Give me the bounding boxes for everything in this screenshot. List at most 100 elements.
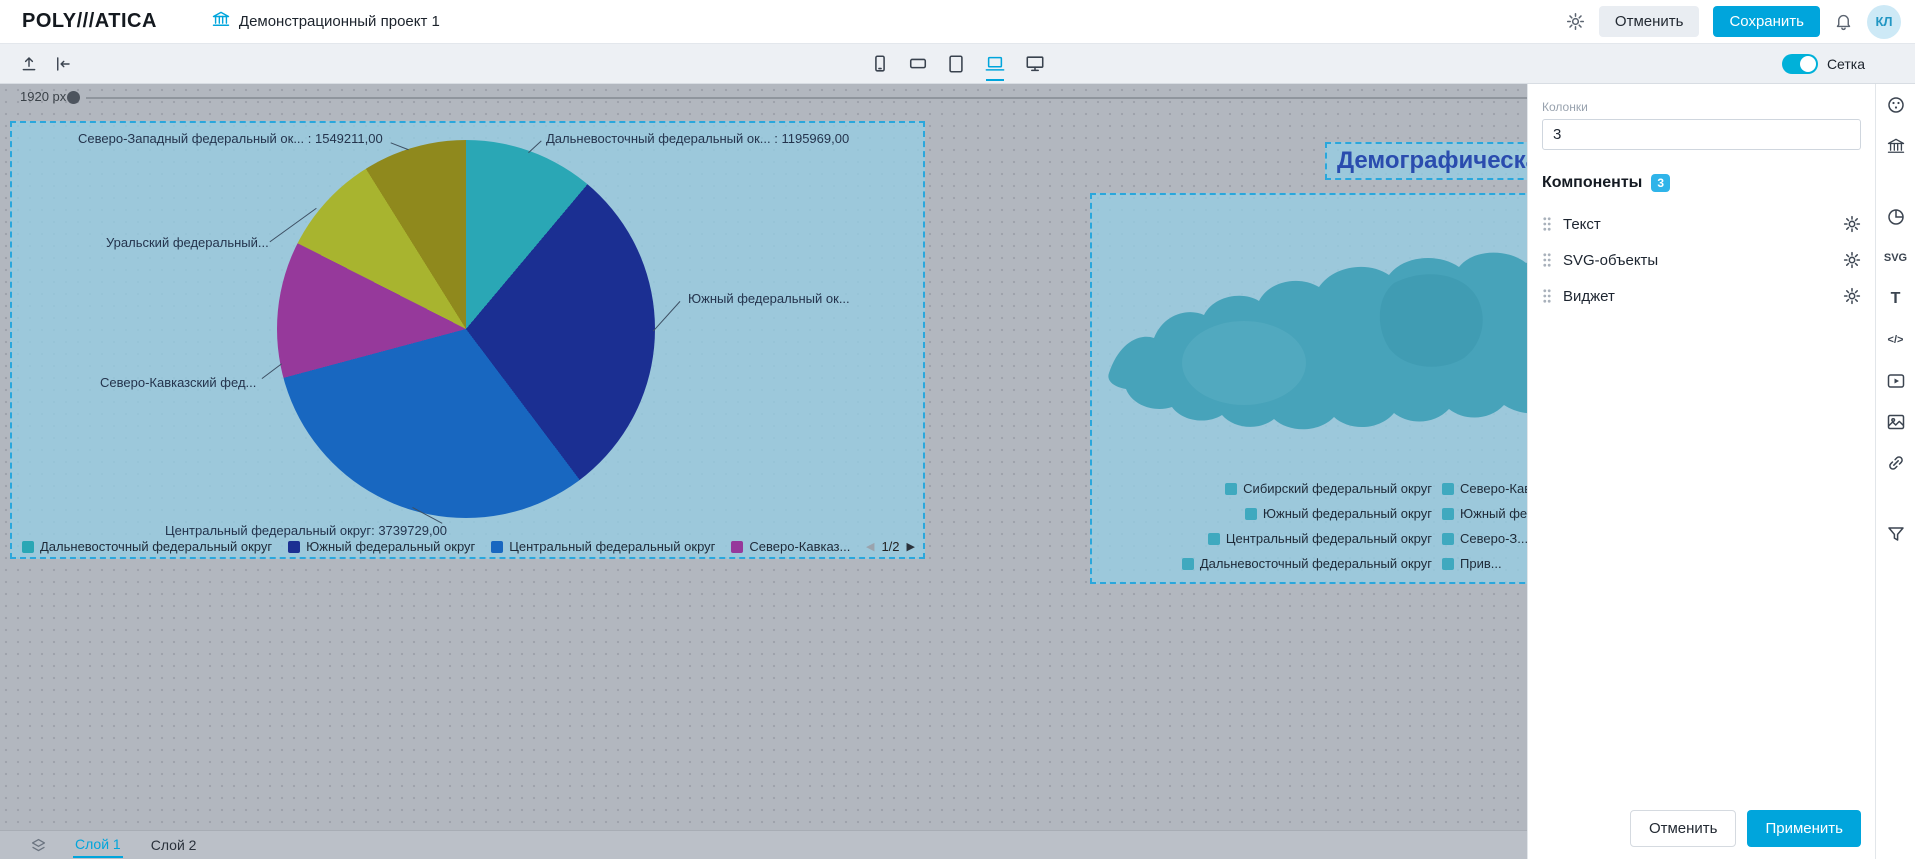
- legend-label: Центральный федеральный округ: [509, 539, 715, 554]
- legend-label: Центральный федеральный округ: [1226, 531, 1432, 546]
- device-desktop-icon[interactable]: [1023, 54, 1047, 74]
- project-title: Демонстрационный проект 1: [239, 13, 440, 30]
- project-header: Демонстрационный проект 1: [211, 9, 440, 34]
- legend-swatch: [1442, 483, 1454, 495]
- link-icon[interactable]: [1882, 451, 1910, 475]
- legend-swatch: [1225, 483, 1237, 495]
- project-icon: [211, 9, 231, 34]
- legend-label: Южный федеральный округ: [1263, 506, 1432, 521]
- dashboard-title-text: Демографическа: [1337, 147, 1539, 175]
- russia-map-image: [1094, 203, 1599, 495]
- component-label: Текст: [1563, 216, 1601, 233]
- text-tool-icon[interactable]: T: [1882, 287, 1910, 311]
- columns-label: Колонки: [1542, 100, 1861, 114]
- publish-upload-icon[interactable]: [20, 55, 38, 73]
- filter-icon[interactable]: [1882, 522, 1910, 546]
- svg-objects-icon[interactable]: SVG: [1882, 246, 1910, 270]
- device-preview-group: [869, 44, 1047, 83]
- top-bar: POLY///ATICA Демонстрационный проект 1 О…: [0, 0, 1915, 44]
- canvas-width-slider-handle[interactable]: [67, 91, 80, 104]
- legend-swatch: [1442, 558, 1454, 570]
- legend-label: Северо-Кавказ...: [749, 539, 850, 554]
- columns-input[interactable]: [1542, 119, 1861, 150]
- legend-label: Южный федеральный округ: [306, 539, 475, 554]
- component-row[interactable]: Виджет: [1542, 278, 1861, 314]
- drag-handle-icon[interactable]: [1542, 288, 1552, 304]
- app-logo[interactable]: POLY///ATICA: [22, 10, 157, 33]
- component-settings-icon[interactable]: [1843, 287, 1861, 305]
- buildings-icon[interactable]: [1882, 134, 1910, 158]
- legend-swatch: [1442, 508, 1454, 520]
- grid-toggle-knob: [1800, 56, 1816, 72]
- map-legend-item: Северо-З...: [1442, 531, 1528, 546]
- drag-handle-icon[interactable]: [1542, 216, 1552, 232]
- pie-legend-item: Дальневосточный федеральный округ: [22, 539, 272, 554]
- pie-legend: Дальневосточный федеральный округ Южный ф…: [22, 539, 915, 554]
- components-header: Компоненты 3: [1542, 174, 1861, 192]
- grid-toggle-group: Сетка: [1782, 44, 1865, 83]
- legend-swatch: [491, 541, 503, 553]
- panel-cancel-button[interactable]: Отменить: [1630, 810, 1737, 847]
- app-root: POLY///ATICA Демонстрационный проект 1 О…: [0, 0, 1915, 859]
- component-label: SVG-объекты: [1563, 252, 1658, 269]
- legend-swatch: [22, 541, 34, 553]
- save-button[interactable]: Сохранить: [1713, 6, 1820, 37]
- device-laptop-icon[interactable]: [983, 54, 1007, 74]
- pie-callout-label: Южный федеральный ок...: [688, 291, 850, 306]
- legend-page-indicator: 1/2: [881, 539, 899, 554]
- drag-handle-icon[interactable]: [1542, 252, 1552, 268]
- legend-label: Дальневосточный федеральный округ: [1200, 556, 1432, 571]
- pie-legend-items: Дальневосточный федеральный округ Южный ф…: [22, 539, 850, 554]
- device-mobile-portrait-icon[interactable]: [869, 54, 891, 74]
- notifications-bell-icon[interactable]: [1834, 12, 1853, 31]
- component-settings-icon[interactable]: [1843, 215, 1861, 233]
- pie-chart[interactable]: [277, 140, 655, 518]
- components-count-badge: 3: [1651, 174, 1670, 192]
- pie-callout-label: Центральный федеральный округ: 3739729,0…: [165, 523, 447, 538]
- editor-toolbar: Сетка: [0, 44, 1915, 84]
- device-mobile-landscape-icon[interactable]: [907, 54, 929, 74]
- legend-prev-icon[interactable]: ◀: [866, 540, 874, 553]
- pie-legend-item: Центральный федеральный округ: [491, 539, 715, 554]
- chart-icon[interactable]: [1882, 205, 1910, 229]
- image-icon[interactable]: [1882, 410, 1910, 434]
- legend-label: Дальневосточный федеральный округ: [40, 539, 272, 554]
- component-row[interactable]: Текст: [1542, 206, 1861, 242]
- layer-tab-1[interactable]: Слой 1: [73, 832, 123, 858]
- legend-next-icon[interactable]: ▶: [907, 540, 915, 553]
- collapse-left-icon[interactable]: [54, 55, 72, 73]
- grid-toggle-label: Сетка: [1827, 56, 1865, 72]
- map-legend-item: Южный федеральный округ: [1102, 506, 1432, 521]
- components-title: Компоненты: [1542, 174, 1642, 192]
- component-settings-icon[interactable]: [1843, 251, 1861, 269]
- palette-icon[interactable]: [1882, 93, 1910, 117]
- cancel-button[interactable]: Отменить: [1599, 6, 1700, 37]
- map-legend-item: Прив...: [1442, 556, 1502, 571]
- user-avatar[interactable]: КЛ: [1867, 5, 1901, 39]
- legend-label: Прив...: [1460, 556, 1502, 571]
- pie-chart-widget[interactable]: Северо-Западный федеральный ок... : 1549…: [10, 121, 925, 559]
- toolbar-left-group: [20, 44, 72, 83]
- widget-type-rail: SVG T </>: [1875, 84, 1915, 859]
- layers-icon: [30, 837, 47, 854]
- settings-panel: Колонки Компоненты 3 Текст SVG-объекты Вид…: [1527, 84, 1875, 859]
- legend-swatch: [288, 541, 300, 553]
- pie-legend-item: Южный федеральный округ: [288, 539, 475, 554]
- legend-swatch: [1182, 558, 1194, 570]
- pie-callout-label: Уральский федеральный...: [106, 235, 269, 250]
- settings-gear-icon[interactable]: [1566, 12, 1585, 31]
- code-icon[interactable]: </>: [1882, 328, 1910, 352]
- device-tablet-icon[interactable]: [945, 54, 967, 74]
- layer-tab-2[interactable]: Слой 2: [149, 833, 199, 857]
- component-label: Виджет: [1563, 288, 1615, 305]
- legend-label: Северо-З...: [1460, 531, 1528, 546]
- top-bar-actions: Отменить Сохранить КЛ: [1566, 5, 1901, 39]
- panel-apply-button[interactable]: Применить: [1747, 810, 1861, 847]
- legend-swatch: [1245, 508, 1257, 520]
- component-row[interactable]: SVG-объекты: [1542, 242, 1861, 278]
- media-icon[interactable]: [1882, 369, 1910, 393]
- map-legend-item: Сибирский федеральный округ: [1102, 481, 1432, 496]
- pie-callout-label: Северо-Кавказский фед...: [100, 375, 256, 390]
- grid-toggle[interactable]: [1782, 54, 1818, 74]
- legend-swatch: [731, 541, 743, 553]
